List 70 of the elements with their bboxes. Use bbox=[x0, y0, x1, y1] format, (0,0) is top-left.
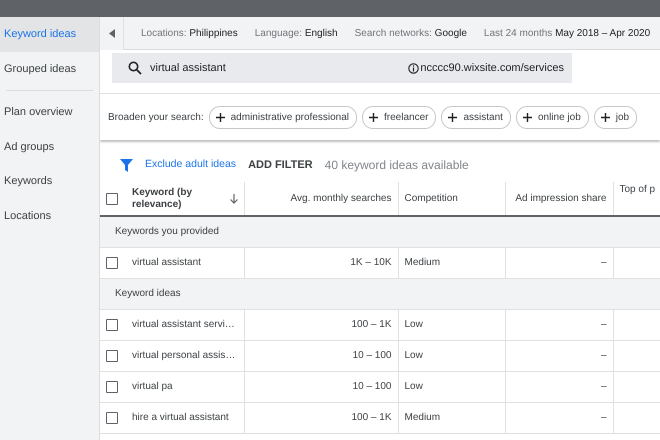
sidebar-item[interactable]: Keyword ideas bbox=[0, 17, 99, 52]
search-field[interactable]: virtual assistant ncccc90.wixsite.com/services bbox=[112, 53, 572, 83]
impression-share-text: – bbox=[600, 319, 606, 330]
column-header[interactable]: Ad impression share bbox=[515, 193, 606, 204]
website-url: ncccc90.wixsite.com/services bbox=[420, 60, 564, 76]
setting-value[interactable]: English bbox=[304, 28, 338, 38]
filter-icon[interactable] bbox=[120, 158, 133, 172]
setting-label: Language: bbox=[254, 28, 302, 38]
competition-text: Low bbox=[404, 319, 423, 330]
keyword-text: hire a virtual assistant bbox=[132, 411, 229, 425]
plus-icon bbox=[448, 113, 458, 122]
row-checkbox[interactable] bbox=[106, 318, 118, 330]
row-checkbox[interactable] bbox=[106, 412, 118, 424]
setting-value[interactable]: Google bbox=[434, 28, 467, 38]
sidebar-item[interactable]: Plan overview bbox=[0, 95, 99, 130]
searches-text: 1K – 10K bbox=[350, 257, 392, 268]
down-arrow-icon[interactable] bbox=[230, 194, 238, 204]
competition-text: Medium bbox=[404, 257, 440, 268]
column-header[interactable]: Competition bbox=[404, 193, 458, 204]
searches-text: 10 – 100 bbox=[352, 381, 392, 392]
left-triangle-icon bbox=[108, 28, 114, 38]
group-heading: Keywords you provided bbox=[115, 226, 219, 238]
searches-text: 10 – 100 bbox=[352, 350, 392, 361]
competition-text: Low bbox=[404, 350, 423, 361]
plus-icon bbox=[216, 113, 225, 122]
competition-text: Medium bbox=[404, 412, 440, 423]
exclude-adult-link[interactable]: Exclude adult ideas bbox=[145, 157, 236, 173]
setting-value[interactable]: Philippines bbox=[189, 28, 238, 38]
searches-text: 100 – 1K bbox=[351, 319, 392, 330]
suggestion-chip[interactable]: administrative professional bbox=[208, 106, 358, 129]
info-icon bbox=[408, 62, 420, 74]
impression-share-text: – bbox=[600, 257, 606, 268]
column-header[interactable]: Keyword (by relevance) bbox=[132, 186, 216, 210]
impression-share-text: – bbox=[600, 350, 606, 361]
plus-icon bbox=[522, 113, 532, 122]
column-header[interactable]: Top of p bbox=[620, 184, 656, 195]
sidebar-item[interactable]: Ad groups bbox=[0, 130, 99, 164]
suggestion-chip[interactable]: job bbox=[594, 106, 638, 129]
setting-label: Locations: bbox=[141, 28, 187, 38]
broaden-label: Broaden your search: bbox=[108, 111, 204, 125]
keyword-text: virtual personal assis… bbox=[132, 349, 236, 363]
setting-label: Last 24 months bbox=[484, 28, 552, 38]
sidebar-item[interactable]: Locations bbox=[0, 198, 99, 233]
search-query: virtual assistant bbox=[150, 60, 227, 76]
competition-text: Low bbox=[404, 381, 423, 392]
searches-text: 100 – 1K bbox=[351, 412, 392, 423]
suggestion-chip[interactable]: assistant bbox=[441, 106, 511, 129]
row-checkbox[interactable] bbox=[106, 380, 118, 392]
sidebar-item[interactable]: Keywords bbox=[0, 164, 99, 198]
row-checkbox[interactable] bbox=[106, 350, 118, 362]
keyword-text: virtual assistant servi… bbox=[132, 318, 235, 332]
keyword-count: 40 keyword ideas available bbox=[324, 157, 469, 174]
impression-share-text: – bbox=[600, 412, 606, 423]
suggestion-chip[interactable]: online job bbox=[516, 106, 589, 129]
keyword-text: virtual assistant bbox=[132, 256, 201, 270]
suggestion-chip[interactable]: freelancer bbox=[362, 106, 436, 129]
plus-icon bbox=[600, 113, 610, 122]
add-filter-button[interactable]: ADD FILTER bbox=[248, 156, 313, 174]
search-icon bbox=[128, 61, 142, 75]
impression-share-text: – bbox=[600, 381, 606, 392]
setting-value[interactable]: May 2018 – Apr 2020 bbox=[555, 28, 650, 38]
keyword-text: virtual pa bbox=[132, 380, 173, 394]
sidebar-item[interactable]: Grouped ideas bbox=[0, 52, 99, 86]
column-header[interactable]: Avg. monthly searches bbox=[290, 193, 392, 204]
collapse-button[interactable] bbox=[100, 17, 124, 50]
group-heading: Keyword ideas bbox=[115, 288, 181, 299]
plus-icon bbox=[369, 113, 378, 122]
select-all-checkbox[interactable] bbox=[106, 192, 118, 204]
setting-label: Search networks: bbox=[354, 28, 432, 38]
row-checkbox[interactable] bbox=[106, 256, 118, 268]
